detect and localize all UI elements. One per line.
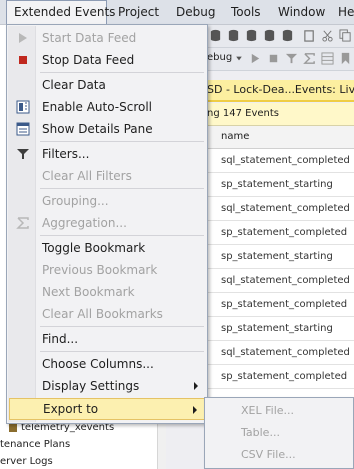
bookmark-icon[interactable] [339, 52, 352, 65]
database-xmla-icon[interactable] [263, 29, 276, 42]
paste-icon[interactable] [303, 29, 316, 42]
filter-icon[interactable] [285, 52, 298, 65]
sigma-icon [16, 217, 29, 229]
grid-icon[interactable] [321, 52, 334, 65]
menu-item-display-settings[interactable]: Display Settings [8, 375, 206, 397]
submenu-item-xel-file[interactable]: XEL File... [241, 400, 294, 422]
database-analysis-icon[interactable] [245, 29, 258, 42]
table-row[interactable]: sp_statement_completed [205, 293, 354, 317]
play-icon[interactable] [249, 52, 262, 65]
database-icon[interactable] [209, 29, 222, 42]
table-row[interactable]: sp_statement_completed [205, 221, 354, 245]
menu-item-stop-data-feed[interactable]: Stop Data Feed [8, 49, 206, 71]
menu-bar: Extended Events Project Debug Tools Wind… [0, 0, 354, 25]
table-row[interactable]: sql_statement_completed [205, 149, 354, 173]
dropdown-arrow-icon[interactable] [235, 52, 243, 65]
grid-info-bar: ng 147 Events [205, 103, 354, 126]
table-row[interactable]: sql_statement_completed [205, 341, 354, 365]
menu-item-choose-columns[interactable]: Choose Columns... [8, 353, 206, 375]
menu-project[interactable]: Project [118, 0, 159, 24]
object-tree: telemetry_xevents tenance Plans erver Lo… [0, 418, 165, 469]
table-row[interactable]: sp_statement_starting [205, 245, 354, 269]
menu-debug[interactable]: Debug [176, 0, 215, 24]
menu-tools[interactable]: Tools [231, 0, 261, 24]
menu-item-start-data-feed[interactable]: Start Data Feed [8, 27, 206, 49]
menu-item-filters[interactable]: Filters... [8, 143, 206, 165]
cut-icon[interactable] [321, 29, 334, 42]
menu-item-toggle-bookmark[interactable]: Toggle Bookmark [8, 237, 206, 259]
menu-item-aggregation[interactable]: Aggregation... [8, 212, 206, 234]
menu-item-enable-auto-scroll[interactable]: Enable Auto-Scroll [8, 96, 206, 118]
submenu-item-table[interactable]: Table... [241, 422, 280, 444]
submenu-arrow-icon [194, 382, 198, 390]
menu-separator [40, 72, 204, 73]
filter-icon [17, 149, 29, 159]
menu-item-grouping[interactable]: Grouping... [8, 190, 206, 212]
menu-item-clear-data[interactable]: Clear Data [8, 74, 206, 96]
database-query-icon[interactable] [227, 29, 240, 42]
menu-separator [40, 141, 204, 142]
menu-item-clear-all-bookmarks[interactable]: Clear All Bookmarks [8, 303, 206, 325]
menu-separator [40, 326, 204, 327]
menu-item-show-details-pane[interactable]: Show Details Pane [8, 118, 206, 140]
debug-toolbar-label: ebug [207, 52, 233, 63]
submenu-arrow-icon [193, 406, 197, 414]
session-icon [9, 424, 17, 432]
menu-window[interactable]: Window [278, 0, 325, 24]
database-dax-icon[interactable] [281, 29, 294, 42]
table-row[interactable]: sp_statement_starting [205, 173, 354, 197]
menu-item-next-bookmark[interactable]: Next Bookmark [8, 281, 206, 303]
column-header-name[interactable]: name [205, 126, 354, 149]
table-row[interactable]: sql_statement_completed [205, 269, 354, 293]
menu-separator [40, 188, 204, 189]
toolbar-2: ebug [205, 48, 354, 71]
menu-item-clear-all-filters[interactable]: Clear All Filters [8, 165, 206, 187]
table-row[interactable]: sp_statement_completed [205, 365, 354, 389]
copy-icon[interactable] [339, 29, 352, 42]
menu-item-find[interactable]: Find... [8, 328, 206, 350]
submenu-item-csv-file[interactable]: CSV File... [241, 444, 296, 466]
play-icon [19, 33, 27, 43]
table-row[interactable]: sql_statement_completed [205, 197, 354, 221]
menu-separator [40, 235, 204, 236]
sigma-icon[interactable] [303, 52, 316, 65]
tab-live-data[interactable]: SD - Lock-Dea...Events: Live [205, 80, 354, 102]
auto-scroll-icon [16, 100, 30, 114]
extended-events-menu: Start Data Feed Stop Data Feed Clear Dat… [6, 24, 208, 424]
stop-icon[interactable] [267, 52, 280, 65]
export-to-submenu: XEL File... Table... CSV File... [204, 397, 354, 469]
tab-title: SD - Lock-Dea...Events: Live [207, 83, 354, 96]
menu-extended-events[interactable]: Extended Events [6, 0, 115, 25]
toolbar-1 [205, 25, 354, 48]
details-pane-icon [16, 122, 30, 136]
table-row[interactable]: sp_statement_starting [205, 317, 354, 341]
menu-item-export-to[interactable]: Export to [9, 398, 206, 420]
menu-separator [40, 351, 204, 352]
menu-help[interactable]: He [338, 0, 354, 24]
stop-icon [19, 56, 27, 64]
menu-item-previous-bookmark[interactable]: Previous Bookmark [8, 259, 206, 281]
